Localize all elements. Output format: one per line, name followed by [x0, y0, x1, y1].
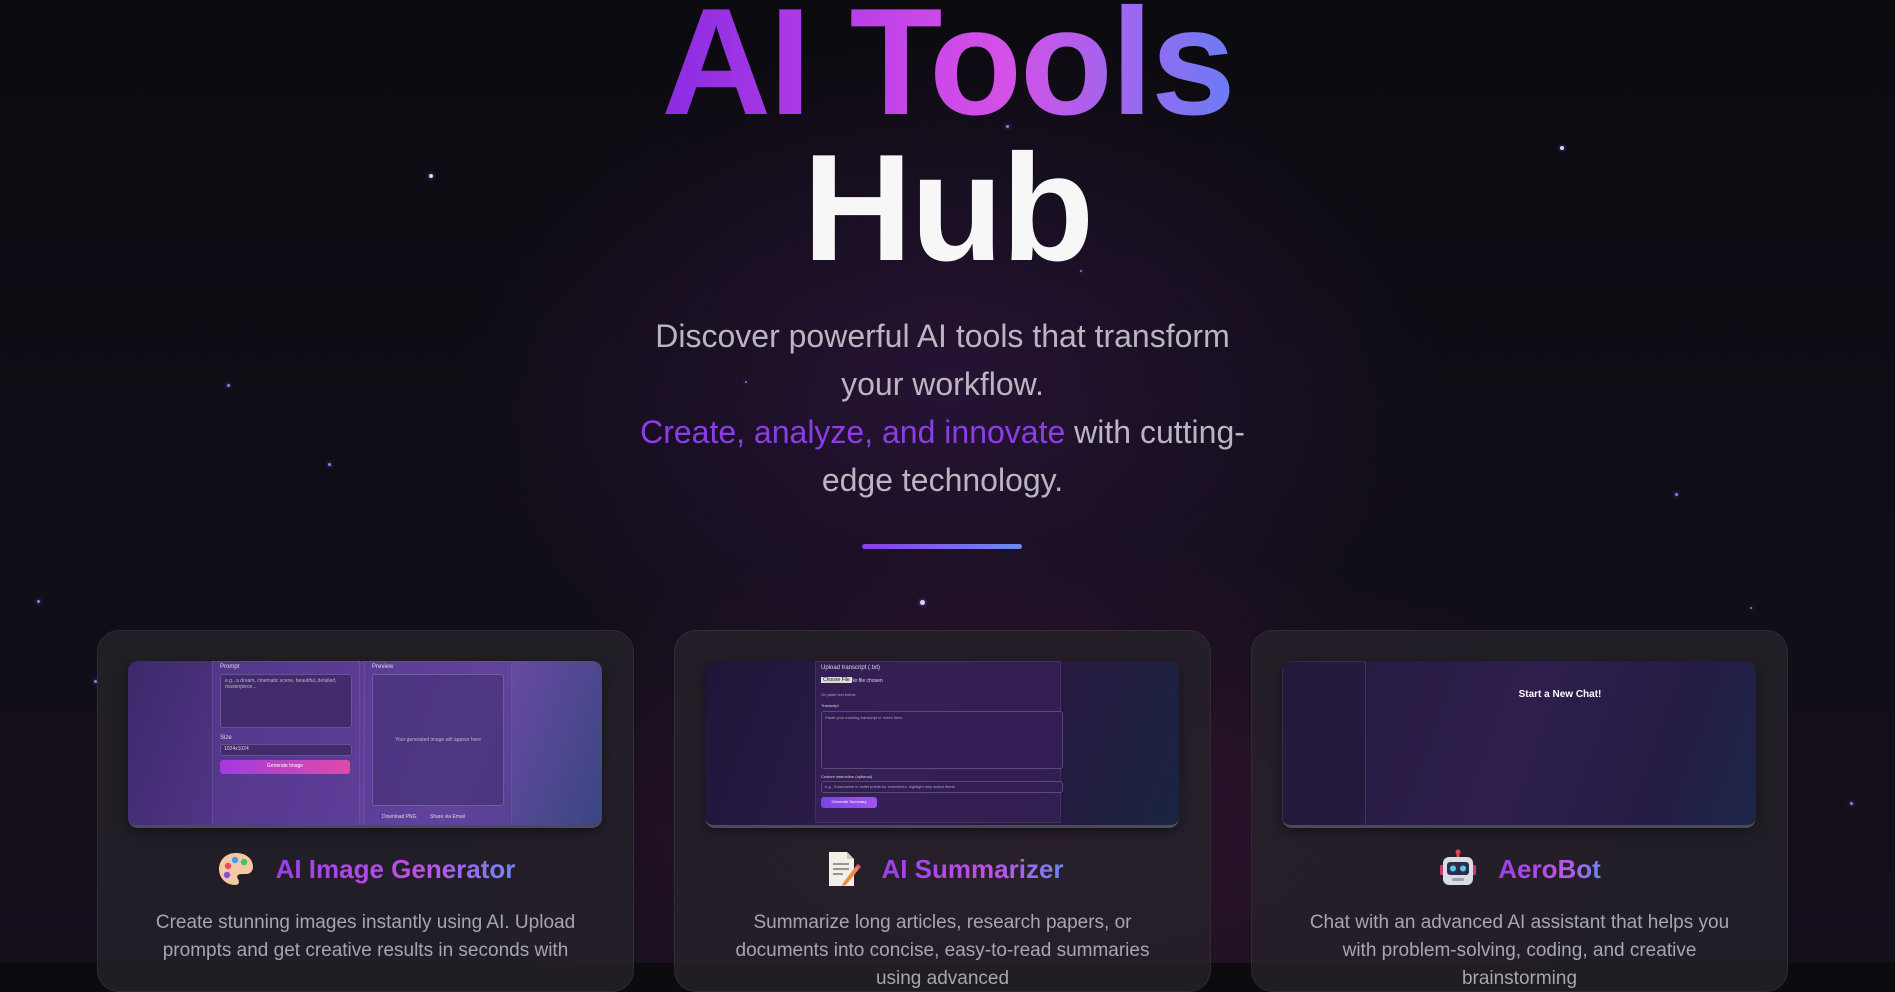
tool-card-title: AI Summarizer — [881, 853, 1064, 884]
preview-transcript-textarea: Paste your meeting transcript or notes h… — [821, 711, 1063, 769]
hero-subtitle-main: Discover powerful AI tools that transfor… — [655, 318, 1230, 402]
page-title-line2: Hub — [802, 123, 1094, 293]
star-decoration — [227, 384, 230, 387]
tool-card-heading: AI Summarizer — [675, 849, 1210, 889]
preview-summary-button: Generate Summary — [821, 797, 877, 808]
robot-icon — [1438, 849, 1478, 889]
preview-sidebar — [1282, 661, 1366, 825]
preview-instruction-input: e.g., Summarize in bullet points for exe… — [821, 781, 1063, 793]
page-title-line1: AI Tools — [0, 0, 1895, 142]
preview-upload-label: Upload transcript (.txt) — [821, 665, 881, 671]
hero-divider — [862, 544, 1022, 549]
preview-textarea-label: Transcript — [821, 703, 839, 708]
tool-card-description: Create stunning images instantly using A… — [155, 912, 576, 961]
tool-preview-aerobot[interactable]: Start a New Chat! — [1282, 661, 1756, 828]
tool-card-description: Chat with an advanced AI assistant that … — [1309, 912, 1730, 989]
star-decoration — [1675, 493, 1678, 496]
preview-share-label: Share via Email — [430, 814, 466, 820]
hero-subtitle-highlight: Create, analyze, and innovate — [640, 414, 1066, 450]
memo-icon — [821, 849, 862, 889]
hero-subtitle: Discover powerful AI tools that transfor… — [630, 312, 1255, 504]
preview-instruction-label: Custom instruction (optional) — [821, 774, 872, 779]
preview-or-label: Or paste text below — [821, 692, 856, 697]
tool-card-description: Summarize long articles, research papers… — [735, 912, 1150, 989]
preview-chat-heading: Start a New Chat! — [1518, 689, 1602, 700]
tool-card-image-generator[interactable]: Prompt e.g., a dream, cinematic scene, b… — [97, 630, 634, 992]
star-decoration — [1750, 607, 1752, 609]
preview-size-select: 1024x1024 — [220, 744, 352, 756]
preview-download-label: Download PNG — [382, 814, 417, 820]
tool-card-heading: AI Image Generator — [98, 849, 633, 889]
palette-icon — [216, 849, 256, 889]
preview-no-file: No file chosen — [851, 678, 883, 684]
tool-preview-image-generator[interactable]: Prompt e.g., a dream, cinematic scene, b… — [128, 661, 602, 828]
preview-size-label: Size — [220, 735, 232, 741]
tool-card-title: AI Image Generator — [275, 853, 516, 884]
preview-choose-file: Choose File — [821, 677, 852, 683]
preview-prompt-input: e.g., a dream, cinematic scene, beautifu… — [220, 674, 352, 728]
tool-card-title: AeroBot — [1498, 853, 1601, 884]
star-decoration — [37, 600, 40, 603]
preview-prompt-label: Prompt — [220, 664, 240, 670]
tool-preview-summarizer[interactable]: Upload transcript (.txt) Choose File No … — [705, 661, 1179, 828]
tool-card-aerobot[interactable]: Start a New Chat! AeroBot Chat with an a… — [1251, 630, 1788, 992]
star-decoration — [328, 463, 331, 466]
tool-card-summarizer[interactable]: Upload transcript (.txt) Choose File No … — [674, 630, 1211, 992]
tool-card-heading: AeroBot — [1252, 849, 1787, 889]
star-decoration — [920, 600, 925, 605]
preview-output-label: Preview — [372, 664, 394, 670]
star-decoration — [1850, 802, 1853, 805]
preview-output-area: Your generated image will appear here — [372, 674, 504, 806]
preview-generate-button: Generate Image — [220, 760, 350, 774]
